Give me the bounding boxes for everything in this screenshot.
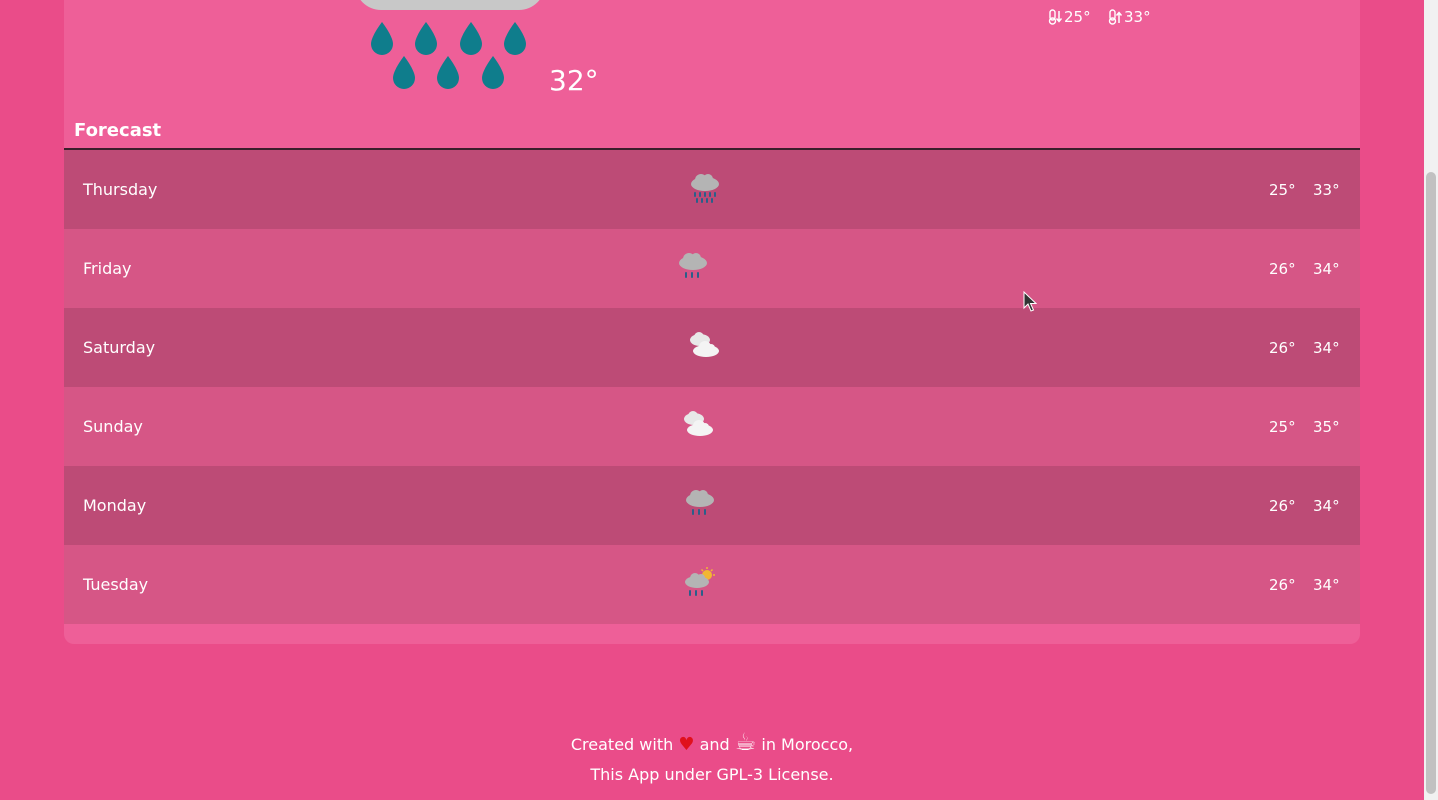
min-temp-value: 25° [1064,8,1091,26]
current-cloud-icon [355,0,545,10]
heart-icon: ♥ [678,734,695,755]
forecast-row: Tuesday 26° 34° [64,545,1360,624]
forecast-row: Friday 26° 34° [64,229,1360,308]
current-max-temp: 33° [1107,8,1151,26]
day-high-temp: 33° [1313,180,1340,199]
vertical-scrollbar[interactable] [1424,0,1438,800]
forecast-list: Thursday 25° 33° Friday 26° 34° Saturday… [64,150,1360,624]
forecast-title: Forecast [74,120,162,141]
current-temperature: 32° [549,64,599,97]
day-high-temp: 34° [1313,259,1340,278]
day-low-temp: 26° [1269,259,1296,278]
day-high-temp: 34° [1313,575,1340,594]
rain-drops-icon [371,22,526,89]
day-name: Saturday [83,338,156,357]
day-name: Tuesday [83,575,149,594]
rain-icon [686,490,714,515]
sun-rain-icon [685,567,715,596]
mouse-cursor-icon [1023,291,1037,312]
scrollbar-thumb[interactable] [1426,172,1436,794]
footer-license: This App under GPL-3 License. [590,765,834,784]
forecast-row: Saturday 26° 34° [64,308,1360,387]
weather-app: 32° 25° 33° Forecast Thursday 25° 33° Fr… [0,0,1438,800]
thermometer-down-icon [1048,9,1063,25]
clouds-icon [684,411,713,436]
clouds-icon [690,332,719,357]
forecast-row: Monday 26° 34° [64,466,1360,545]
day-low-temp: 25° [1269,180,1296,199]
day-name: Thursday [83,180,158,199]
day-high-temp: 35° [1313,417,1340,436]
day-low-temp: 26° [1269,575,1296,594]
day-name: Friday [83,259,132,278]
day-name: Monday [83,496,147,515]
current-min-temp: 25° [1047,8,1091,26]
max-temp-value: 33° [1124,8,1151,26]
forecast-row: Thursday 25° 33° [64,150,1360,229]
thermometer-up-icon [1108,9,1123,25]
footer-location-text: in Morocco, [761,735,854,754]
day-name: Sunday [83,417,143,436]
day-high-temp: 34° [1313,338,1340,357]
forecast-row: Sunday 25° 35° [64,387,1360,466]
day-low-temp: 25° [1269,417,1296,436]
heavy-rain-icon [691,174,719,203]
coffee-icon: ☕ [734,728,757,756]
rain-icon [679,253,707,278]
footer-credits: Created with ♥ and ☕ in Morocco, [0,728,1424,756]
footer-created-text: Created with [570,735,674,754]
day-low-temp: 26° [1269,338,1296,357]
footer-and-text: and [699,735,730,754]
day-low-temp: 26° [1269,496,1296,515]
day-high-temp: 34° [1313,496,1340,515]
